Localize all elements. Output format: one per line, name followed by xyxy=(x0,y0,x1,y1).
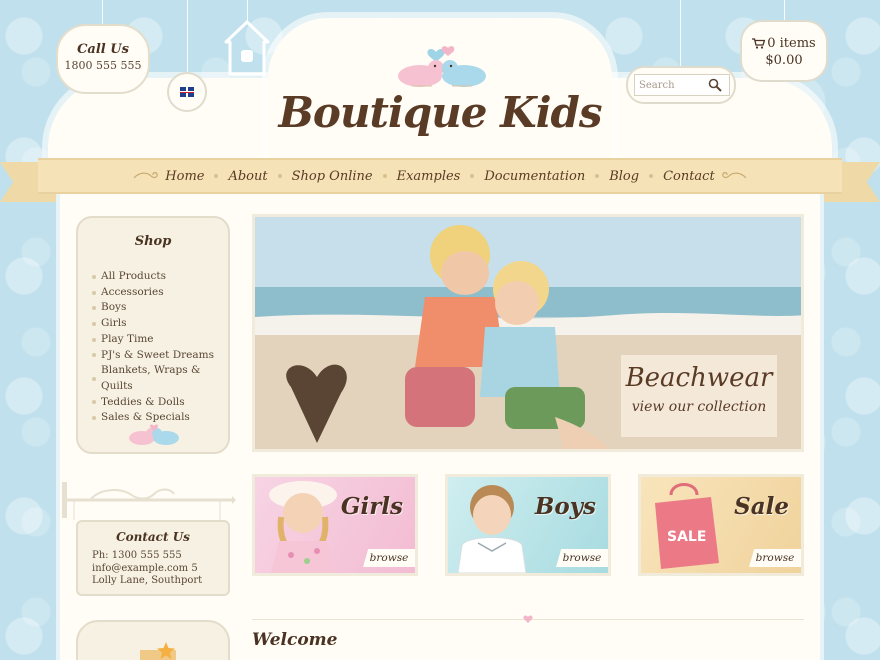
nav-separator xyxy=(595,174,600,178)
hero-subtitle[interactable]: view our collection xyxy=(621,399,777,415)
hero-banner[interactable]: Beachwear view our collection xyxy=(252,214,804,452)
category-title-boys: Boys xyxy=(534,493,596,520)
signpost-bracket-icon xyxy=(62,482,236,520)
shop-categories-panel: Shop All Products Accessories Boys Girls… xyxy=(76,216,230,454)
category-title-girls: Girls xyxy=(340,493,403,520)
cart-icon xyxy=(752,38,766,49)
swirl-ornament-icon xyxy=(133,172,159,179)
cart-total: $0.00 xyxy=(765,53,803,68)
heart-icon xyxy=(523,615,533,623)
shop-category-list: All Products Accessories Boys Girls Play… xyxy=(78,269,228,426)
cart-item-count: 0 items xyxy=(767,36,816,51)
shop-link-pjs-sweet-dreams[interactable]: PJ's & Sweet Dreams xyxy=(92,348,228,364)
browse-boys-button[interactable]: browse xyxy=(556,549,608,567)
hanging-string xyxy=(102,0,103,26)
shop-link-boys[interactable]: Boys xyxy=(92,300,228,316)
nav-examples[interactable]: Examples xyxy=(397,169,461,184)
nav-separator xyxy=(470,174,475,178)
hanging-string xyxy=(784,0,785,22)
hanging-string xyxy=(247,0,248,22)
shop-panel-title: Shop xyxy=(134,234,172,249)
uk-flag-icon xyxy=(180,87,194,97)
shop-link-play-time[interactable]: Play Time xyxy=(92,332,228,348)
shop-link-teddies-dolls[interactable]: Teddies & Dolls xyxy=(92,395,228,411)
call-us-phone: 1800 555 555 xyxy=(64,59,142,72)
search-widget xyxy=(626,66,736,104)
shop-link-all-products[interactable]: All Products xyxy=(92,269,228,285)
hero-title: Beachwear xyxy=(625,363,773,393)
shop-link-blankets[interactable]: Blankets, Wraps & Quilts xyxy=(92,363,228,394)
cart-widget[interactable]: 0 items $0.00 xyxy=(740,20,828,82)
category-tile-sale[interactable]: SALE Sale browse xyxy=(638,474,804,576)
nav-blog[interactable]: Blog xyxy=(609,169,639,184)
hanging-string xyxy=(187,0,188,74)
category-title-sale: Sale xyxy=(734,493,789,520)
nav-about[interactable]: About xyxy=(228,169,267,184)
search-icon[interactable] xyxy=(708,78,722,92)
browse-girls-button[interactable]: browse xyxy=(363,549,415,567)
star-icon xyxy=(140,642,176,660)
swirl-ornament-icon xyxy=(721,172,747,179)
category-tile-girls[interactable]: Girls browse xyxy=(252,474,418,576)
main-navigation: Home About Shop Online Examples Document… xyxy=(38,158,842,194)
nav-contact[interactable]: Contact xyxy=(663,169,715,184)
shop-link-accessories[interactable]: Accessories xyxy=(92,285,228,301)
birdhouse-icon xyxy=(224,20,270,76)
browse-sale-button[interactable]: browse xyxy=(749,549,801,567)
welcome-heading: Welcome xyxy=(252,630,338,650)
contact-email-address: info@example.com 5 Lolly Lane, Southport xyxy=(92,562,203,587)
nav-home[interactable]: Home xyxy=(165,169,204,184)
hanging-string xyxy=(680,0,681,68)
nav-separator xyxy=(649,174,654,178)
call-us-badge: Call Us 1800 555 555 xyxy=(56,24,150,94)
call-us-title: Call Us xyxy=(77,42,129,57)
shop-link-girls[interactable]: Girls xyxy=(92,316,228,332)
contact-panel-title: Contact Us xyxy=(116,530,190,544)
site-logo[interactable]: Boutique Kids xyxy=(268,88,612,137)
contact-phone: Ph: 1300 555 555 xyxy=(92,550,182,561)
love-birds-icon xyxy=(398,46,486,87)
nav-separator xyxy=(277,174,282,178)
love-birds-icon xyxy=(129,424,179,445)
sale-badge-text: SALE xyxy=(667,529,706,545)
nav-documentation[interactable]: Documentation xyxy=(484,169,585,184)
nav-separator xyxy=(382,174,387,178)
hero-caption: Beachwear view our collection xyxy=(621,355,777,437)
contact-panel: Contact Us Ph: 1300 555 555 info@example… xyxy=(76,520,230,596)
category-tile-boys[interactable]: Boys browse xyxy=(445,474,611,576)
nav-shop-online[interactable]: Shop Online xyxy=(292,169,373,184)
language-selector[interactable] xyxy=(167,72,207,112)
nav-separator xyxy=(214,174,219,178)
